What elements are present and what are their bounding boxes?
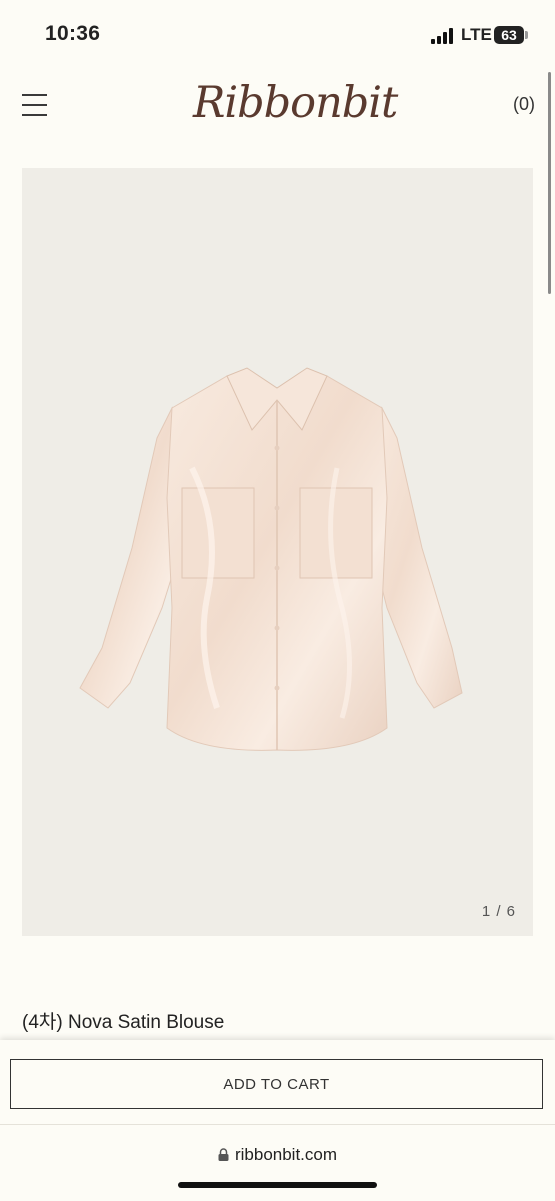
product-title: (4차) Nova Satin Blouse xyxy=(22,1012,225,1033)
url-display[interactable]: ribbonbit.com xyxy=(0,1145,555,1165)
network-type: LTE xyxy=(461,25,492,44)
scrollbar[interactable] xyxy=(548,72,551,294)
cart-count[interactable]: (0) xyxy=(513,94,535,115)
image-counter: 1 / 6 xyxy=(481,903,516,920)
home-indicator[interactable] xyxy=(178,1182,377,1188)
add-to-cart-button[interactable]: ADD TO CART xyxy=(10,1059,543,1109)
product-image-carousel[interactable]: 1 / 6 xyxy=(22,168,533,936)
battery-nub xyxy=(525,31,528,39)
hamburger-menu-icon[interactable] xyxy=(22,94,47,116)
add-to-cart-bar: ADD TO CART xyxy=(0,1040,555,1124)
site-header: Ribbonbit (0) xyxy=(0,70,555,150)
status-time: 10:36 xyxy=(45,22,101,45)
browser-url-bar[interactable]: ribbonbit.com xyxy=(0,1124,555,1201)
status-bar: 10:36 LTE 63 xyxy=(0,0,555,70)
signal-strength-icon xyxy=(431,28,455,44)
battery-icon: 63 xyxy=(494,26,524,44)
product-photo-blouse xyxy=(79,367,463,751)
lock-icon xyxy=(218,1148,229,1161)
url-text: ribbonbit.com xyxy=(234,1145,338,1164)
site-logo[interactable]: Ribbonbit xyxy=(193,78,398,128)
